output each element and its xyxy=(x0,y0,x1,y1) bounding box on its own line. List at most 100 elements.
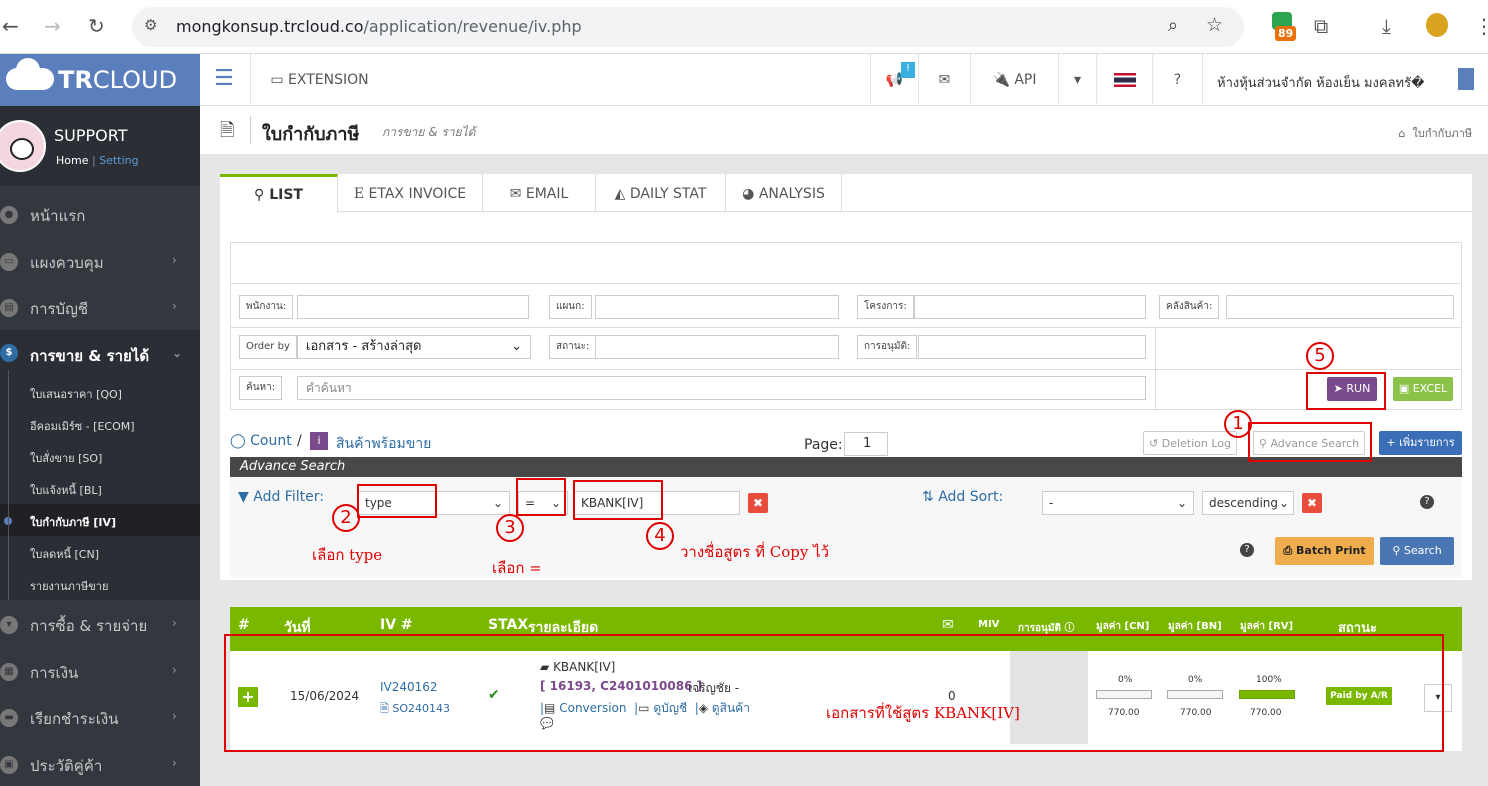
announcement-button[interactable]: 📢! xyxy=(870,54,918,106)
tab-list[interactable]: ⚲ LIST xyxy=(220,174,338,213)
sidebar-sub-ecommerce[interactable]: อีคอมเมิร์ซ - [ECOM] xyxy=(0,408,200,440)
remove-filter-button[interactable]: ✖ xyxy=(748,493,768,513)
approval-label: การอนุมัติ: xyxy=(857,335,918,359)
profile-avatar[interactable] xyxy=(1426,13,1448,37)
cloud-logo-icon xyxy=(6,58,54,90)
dropdown-caret-button[interactable]: ▾ xyxy=(1058,54,1096,106)
url-path: /application/revenue/iv.php xyxy=(363,17,582,36)
back-icon[interactable]: ← xyxy=(2,14,19,38)
excel-icon: ▣ xyxy=(1398,382,1410,395)
annotation-number-5: 5 xyxy=(1306,342,1334,370)
count-label: Count xyxy=(250,433,292,449)
sidebar-item-accounting[interactable]: ▤ การบัญชี › xyxy=(0,297,200,319)
divider xyxy=(1155,327,1156,411)
site-info-icon[interactable]: ⚙ xyxy=(144,16,157,34)
deletion-log-button[interactable]: ↺ Deletion Log xyxy=(1143,431,1237,455)
add-item-button[interactable]: + เพิ่มรายการ xyxy=(1379,431,1462,455)
sidebar-item-label: เรียกชำระเงิน xyxy=(30,710,119,728)
dept-input[interactable] xyxy=(595,295,839,319)
top-navbar: ☰ ▭ EXTENSION 📢! ✉ 🔌 API ▾ ? ห้างหุ้นส่ว… xyxy=(200,54,1488,106)
zoom-icon[interactable]: ⌕ xyxy=(1168,15,1178,36)
sidebar-item-label: แผงควบคุม xyxy=(30,254,104,272)
sidebar-item-partner-history[interactable]: ▣ ประวัติคู่ค้า › xyxy=(0,754,200,776)
calendar-icon: ▦ xyxy=(0,663,18,681)
sidebar-sub-credit-note[interactable]: ใบลดหนี้ [CN] xyxy=(0,536,200,568)
staff-input[interactable] xyxy=(297,295,529,319)
tab-email[interactable]: ✉ EMAIL xyxy=(483,174,596,212)
help-button[interactable]: ? xyxy=(1152,54,1202,106)
sidebar-item-home[interactable]: ● หน้าแรก xyxy=(0,204,200,226)
order-by-select[interactable]: เอกสาร - สร้างล่าสุด ⌄ xyxy=(297,335,531,359)
tab-etax[interactable]: E ETAX INVOICE xyxy=(338,174,483,212)
tab-label: DAILY STAT xyxy=(629,186,707,202)
page-header: 🗎 ใบกำกับภาษี การขาย & รายได้ ⌂ ใบกำกับภ… xyxy=(200,106,1488,154)
help-icon[interactable]: ? xyxy=(1420,495,1434,509)
tab-analysis[interactable]: ◕ ANALYSIS xyxy=(726,174,842,212)
project-input[interactable] xyxy=(914,295,1146,319)
filter-box: พนักงาน: แผนก: โครงการ: คลังสินค้า: Orde… xyxy=(230,242,1462,411)
extension-button[interactable]: ▭ EXTENSION xyxy=(250,54,388,106)
forward-icon[interactable]: → xyxy=(44,14,61,38)
company-name: ห้างหุ้นส่วนจำกัด ห้องเย็น มงคลทรั� xyxy=(1217,76,1425,91)
warehouse-label: คลังสินค้า: xyxy=(1159,295,1220,319)
search-label: ค้นหา: xyxy=(239,376,283,400)
annotation-note-equals: เลือก = xyxy=(492,559,542,577)
approval-input[interactable] xyxy=(918,335,1146,359)
address-bar[interactable]: ⚙ mongkonsup.trcloud.co/application/reve… xyxy=(132,7,1244,47)
keyword-input[interactable]: คำค้นหา xyxy=(297,376,1146,400)
mail-button[interactable]: ✉ xyxy=(918,54,970,106)
order-by-label: Order by xyxy=(239,335,297,359)
sidebar-sub-quotation[interactable]: ใบเสนอราคา [QO] xyxy=(0,376,200,408)
sidebar-sub-billing[interactable]: ใบแจ้งหนี้ [BL] xyxy=(0,472,200,504)
remove-sort-button[interactable]: ✖ xyxy=(1302,493,1322,513)
bookmark-star-icon[interactable]: ☆ xyxy=(1206,14,1223,36)
user-name: SUPPORT xyxy=(54,126,128,145)
tab-daily-stat[interactable]: ◭ DAILY STAT xyxy=(596,174,726,212)
col-iv[interactable]: IV # xyxy=(380,617,413,633)
chevron-down-icon: ⌄ xyxy=(492,496,503,510)
breadcrumb-current: ใบกำกับภาษี xyxy=(1412,127,1472,140)
page-label: Page: xyxy=(804,437,843,453)
book-icon: ▤ xyxy=(0,299,18,317)
setting-link[interactable]: Setting xyxy=(99,154,138,167)
help-icon[interactable]: ? xyxy=(1240,543,1254,557)
browser-menu-icon[interactable]: ⋮ xyxy=(1474,14,1488,38)
hamburger-menu-icon[interactable]: ☰ xyxy=(214,66,234,91)
sidebar-item-finance[interactable]: ▦ การเงิน › xyxy=(0,661,200,683)
warehouse-input[interactable] xyxy=(1226,295,1454,319)
sidebar-item-sales[interactable]: $ การขาย & รายได้ ⌄ xyxy=(0,330,200,378)
sidebar-sub-sales-order[interactable]: ใบสั่งขาย [SO] xyxy=(0,440,200,472)
api-label: API xyxy=(1014,72,1037,88)
excel-button[interactable]: ▣ EXCEL xyxy=(1393,377,1453,401)
col-approve-label: การอนุมัติ xyxy=(1018,623,1061,634)
download-icon[interactable]: ⤓ xyxy=(1382,14,1391,38)
sidebar-item-payment-request[interactable]: ▬ เรียกชำระเงิน › xyxy=(0,707,200,729)
browser-toolbar: ← → ↻ ⚙ mongkonsup.trcloud.co/applicatio… xyxy=(0,0,1488,54)
annotation-box-value xyxy=(573,480,663,520)
divider xyxy=(231,283,1461,284)
info-icon: ⓘ xyxy=(1064,623,1075,634)
search-button[interactable]: ⚲ Search xyxy=(1380,537,1454,565)
tab-label: ETAX INVOICE xyxy=(368,186,467,202)
app-logo[interactable]: TRCLOUD xyxy=(0,54,200,106)
batch-print-button[interactable]: ⎙ Batch Print xyxy=(1275,537,1374,565)
reload-icon[interactable]: ↻ xyxy=(88,14,105,38)
ready-stock-link[interactable]: สินค้าพร้อมขาย xyxy=(336,433,431,455)
chevron-down-icon: ⌄ xyxy=(1278,496,1289,510)
sidebar-item-label: ประวัติคู่ค้า xyxy=(30,757,103,775)
filter-icon: ▼ xyxy=(238,489,249,505)
language-button[interactable] xyxy=(1096,54,1152,106)
page-input[interactable]: 1 xyxy=(844,432,888,456)
sidebar-item-dashboard[interactable]: ▭ แผงควบคุม › xyxy=(0,251,200,273)
sort-field-select[interactable]: - ⌄ xyxy=(1042,491,1194,515)
sort-direction-select[interactable]: descending ⌄ xyxy=(1202,491,1294,515)
api-button[interactable]: 🔌 API xyxy=(970,54,1058,106)
home-link[interactable]: Home xyxy=(56,154,88,167)
sidebar-sub-tax-invoice[interactable]: ใบกำกับภาษี [IV] xyxy=(0,504,200,536)
extensions-puzzle-icon[interactable]: ⧉ xyxy=(1314,14,1328,38)
count-link[interactable]: ◯ Count xyxy=(230,433,292,449)
home-icon[interactable]: ⌂ xyxy=(1399,127,1406,140)
sidebar-sub-sales-tax-report[interactable]: รายงานภาษีขาย xyxy=(0,568,200,600)
sidebar-item-purchase[interactable]: ▾ การซื้อ & รายจ่าย › xyxy=(0,614,200,636)
status-input[interactable] xyxy=(595,335,839,359)
